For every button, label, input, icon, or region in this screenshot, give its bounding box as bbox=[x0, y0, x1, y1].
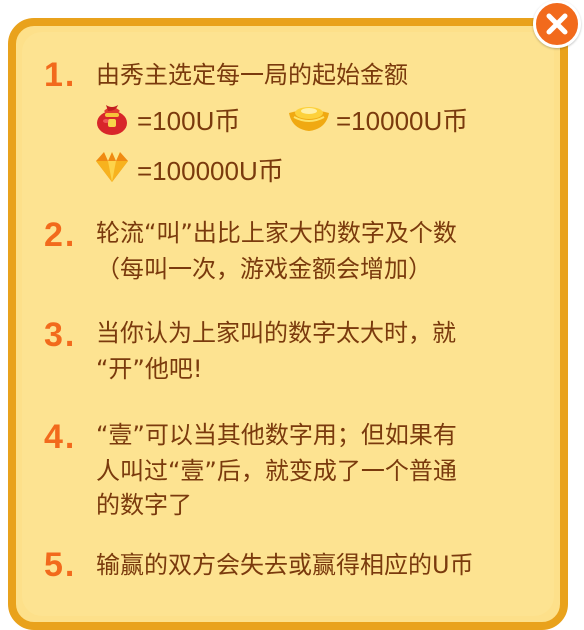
rule-1-line-1: 由秀主选定每一局的起始金额 bbox=[96, 61, 408, 89]
rule-1-number: 1. bbox=[44, 56, 77, 94]
diamond-value: =100000U币 bbox=[137, 156, 284, 186]
money-bag-icon bbox=[97, 105, 127, 135]
rule-5-line-1: 输赢的双方会失去或赢得相应的U币 bbox=[96, 551, 474, 579]
rule-3-number: 3. bbox=[44, 316, 77, 354]
rule-4-number: 4. bbox=[44, 418, 77, 456]
gold-ingot-icon bbox=[289, 107, 329, 131]
diamond-icon bbox=[96, 152, 128, 182]
ingot-value: =10000U币 bbox=[336, 106, 469, 136]
rule-4-line-1: “壹”可以当其他数字用；但如果有 bbox=[96, 421, 457, 449]
rule-2-line-1: 轮流“叫”出比上家大的数字及个数 bbox=[96, 219, 457, 247]
close-icon bbox=[546, 13, 568, 35]
close-button[interactable] bbox=[533, 0, 581, 48]
rule-2-line-2: （每叫一次，游戏金额会增加） bbox=[96, 255, 432, 283]
rule-5-number: 5. bbox=[44, 546, 77, 584]
rule-2-number: 2. bbox=[44, 216, 77, 254]
rule-4-line-3: 的数字了 bbox=[96, 491, 192, 519]
bag-value: =100U币 bbox=[137, 106, 241, 136]
rule-3-line-2: “开”他吧! bbox=[96, 355, 203, 383]
rule-3-line-1: 当你认为上家叫的数字太大时，就 bbox=[96, 319, 456, 347]
rule-4-line-2: 人叫过“壹”后，就变成了一个普通 bbox=[96, 457, 457, 485]
